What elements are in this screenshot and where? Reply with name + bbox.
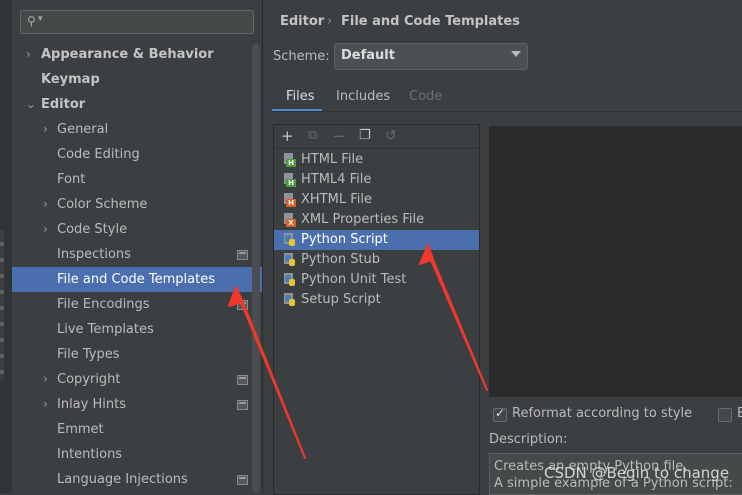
annotation-arrows <box>228 244 488 459</box>
annotation-arrow-list <box>419 244 488 391</box>
annotation-arrow-sidebar <box>228 286 306 459</box>
